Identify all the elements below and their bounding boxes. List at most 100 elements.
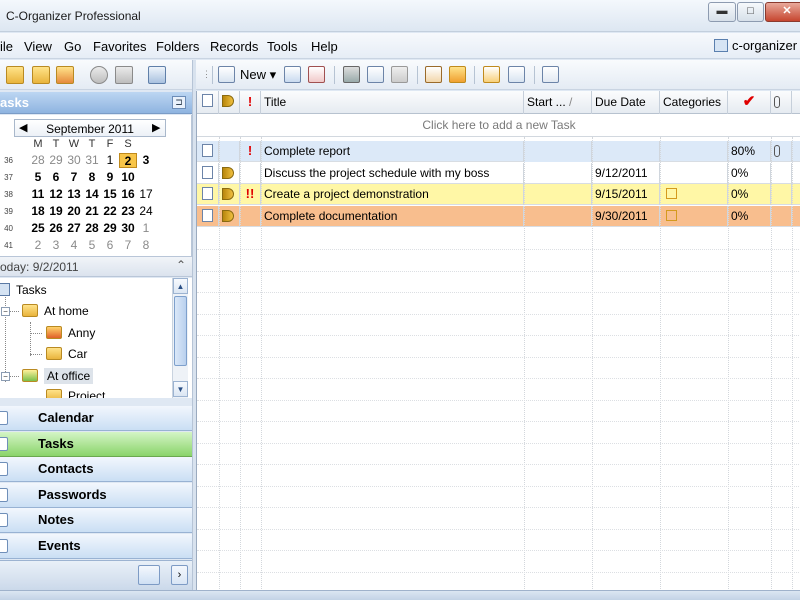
view-options-icon[interactable] bbox=[542, 66, 559, 83]
maximize-button[interactable]: □ bbox=[737, 2, 764, 22]
calendar-day[interactable]: 16 bbox=[119, 187, 137, 202]
header-type[interactable] bbox=[197, 91, 219, 114]
header-title[interactable]: Title bbox=[261, 91, 524, 114]
calendar-day[interactable]: 29 bbox=[101, 221, 119, 236]
calendar-day[interactable]: 20 bbox=[65, 204, 83, 219]
tree-item-anny[interactable]: Anny bbox=[46, 323, 95, 343]
toolbar-grip[interactable]: ⋮ bbox=[202, 69, 211, 80]
print-icon[interactable] bbox=[115, 66, 133, 84]
tree-scrollbar[interactable]: ▲ ▼ bbox=[172, 278, 188, 398]
delete-folder-icon[interactable] bbox=[56, 66, 74, 84]
nav-more-button[interactable]: › bbox=[171, 565, 188, 585]
calendar-day[interactable]: 3 bbox=[47, 238, 65, 253]
calendar-day[interactable]: 17 bbox=[137, 187, 155, 202]
calendar-day[interactable]: 19 bbox=[47, 204, 65, 219]
calendar-day[interactable]: 21 bbox=[83, 204, 101, 219]
tree-item-car[interactable]: Car bbox=[46, 344, 87, 364]
header-categories[interactable]: Categories bbox=[660, 91, 728, 114]
header-due-date[interactable]: Due Date bbox=[592, 91, 660, 114]
menu-help[interactable]: Help bbox=[311, 39, 338, 54]
nav-passwords[interactable]: Passwords bbox=[0, 483, 192, 508]
calendar-day[interactable]: 25 bbox=[29, 221, 47, 236]
calendar-day[interactable]: 6 bbox=[101, 238, 119, 253]
table-row[interactable]: Discuss the project schedule with my bos… bbox=[197, 162, 800, 184]
search-icon[interactable] bbox=[90, 66, 108, 84]
calendar-day[interactable]: 2 bbox=[29, 238, 47, 253]
edit-icon[interactable] bbox=[284, 66, 301, 83]
new-button[interactable]: New ▾ bbox=[240, 67, 276, 83]
nav-notes[interactable]: Notes bbox=[0, 508, 192, 533]
calendar-day[interactable]: 1 bbox=[101, 153, 119, 168]
header-priority[interactable]: ! bbox=[240, 91, 261, 114]
brand-link[interactable]: c-organizer bbox=[714, 38, 797, 53]
expand-toggle[interactable]: − bbox=[1, 372, 10, 381]
calendar-day[interactable]: 4 bbox=[65, 238, 83, 253]
today-bar[interactable]: oday: 9/2/2011 ⌃ bbox=[0, 256, 192, 277]
mark-complete-icon[interactable] bbox=[425, 66, 442, 83]
menu-file[interactable]: ile bbox=[0, 39, 13, 54]
calendar-day[interactable]: 7 bbox=[65, 170, 83, 185]
menu-folders[interactable]: Folders bbox=[156, 39, 199, 54]
menu-go[interactable]: Go bbox=[64, 39, 81, 54]
properties-icon[interactable] bbox=[148, 66, 166, 84]
calendar-day[interactable]: 28 bbox=[29, 153, 47, 168]
paste-icon[interactable] bbox=[391, 66, 408, 83]
calendar-day[interactable]: 11 bbox=[29, 187, 47, 202]
attach-icon[interactable] bbox=[483, 66, 500, 83]
scroll-up-icon[interactable]: ▲ bbox=[173, 278, 188, 294]
calendar-day[interactable]: 7 bbox=[119, 238, 137, 253]
cut-icon[interactable] bbox=[343, 66, 360, 83]
calendar-day[interactable]: 27 bbox=[65, 221, 83, 236]
calendar-day[interactable]: 29 bbox=[47, 153, 65, 168]
menu-records[interactable]: Records bbox=[210, 39, 258, 54]
configure-nav-icon[interactable] bbox=[138, 565, 160, 585]
collapse-icon[interactable]: ⌃ bbox=[176, 258, 186, 272]
table-row[interactable]: Complete documentation 9/30/2011 0% bbox=[197, 205, 800, 227]
nav-tasks[interactable]: Tasks bbox=[0, 432, 192, 457]
calendar-day[interactable]: 23 bbox=[119, 204, 137, 219]
close-button[interactable]: ✕ bbox=[765, 2, 800, 22]
header-attachment[interactable] bbox=[771, 91, 792, 114]
copy-icon[interactable] bbox=[367, 66, 384, 83]
calendar-day[interactable]: 6 bbox=[47, 170, 65, 185]
nav-events[interactable]: Events bbox=[0, 534, 192, 559]
category-icon[interactable] bbox=[449, 66, 466, 83]
tree-item-at-home[interactable]: At home bbox=[22, 301, 89, 321]
tree-item-at-office[interactable]: At office bbox=[22, 366, 94, 386]
calendar-day[interactable]: 3 bbox=[137, 153, 155, 168]
prev-month-icon[interactable]: ◀ bbox=[19, 121, 27, 134]
add-task-row[interactable]: Click here to add a new Task bbox=[197, 115, 800, 137]
header-start[interactable]: Start ... / bbox=[524, 91, 592, 114]
calendar-day[interactable]: 15 bbox=[101, 187, 119, 202]
delete-icon[interactable] bbox=[308, 66, 325, 83]
menu-view[interactable]: View bbox=[24, 39, 52, 54]
calendar-day[interactable]: 5 bbox=[83, 238, 101, 253]
table-row[interactable]: ! Complete report 80% bbox=[197, 141, 800, 162]
scroll-down-icon[interactable]: ▼ bbox=[173, 381, 188, 397]
new-task-icon[interactable] bbox=[218, 66, 235, 83]
expand-toggle[interactable]: − bbox=[1, 307, 10, 316]
calendar-day[interactable]: 13 bbox=[65, 187, 83, 202]
calendar-day[interactable]: 24 bbox=[137, 204, 155, 219]
tree-item-project[interactable]: Project bbox=[46, 386, 105, 398]
header-reminder[interactable] bbox=[219, 91, 240, 114]
calendar-day[interactable]: 8 bbox=[83, 170, 101, 185]
calendar-day[interactable]: 8 bbox=[137, 238, 155, 253]
scroll-thumb[interactable] bbox=[174, 296, 187, 366]
menu-favorites[interactable]: Favorites bbox=[93, 39, 146, 54]
calendar-day[interactable]: 18 bbox=[29, 204, 47, 219]
calendar-day[interactable]: 26 bbox=[47, 221, 65, 236]
minimize-button[interactable]: ▬ bbox=[708, 2, 736, 22]
calendar-day[interactable]: 12 bbox=[47, 187, 65, 202]
calendar-day[interactable]: 30 bbox=[65, 153, 83, 168]
header-more[interactable] bbox=[792, 91, 800, 114]
nav-calendar[interactable]: Calendar bbox=[0, 406, 192, 431]
tree-item-tasks[interactable]: Tasks bbox=[0, 280, 47, 300]
calendar-day[interactable]: 5 bbox=[29, 170, 47, 185]
pin-icon[interactable]: ⊐ bbox=[172, 96, 186, 109]
table-row[interactable]: !! Create a project demonstration 9/15/201… bbox=[197, 184, 800, 205]
new-folder-icon[interactable] bbox=[32, 66, 50, 84]
calendar-day[interactable]: 9 bbox=[101, 170, 119, 185]
nav-contacts[interactable]: Contacts bbox=[0, 457, 192, 482]
menu-tools[interactable]: Tools bbox=[267, 39, 297, 54]
